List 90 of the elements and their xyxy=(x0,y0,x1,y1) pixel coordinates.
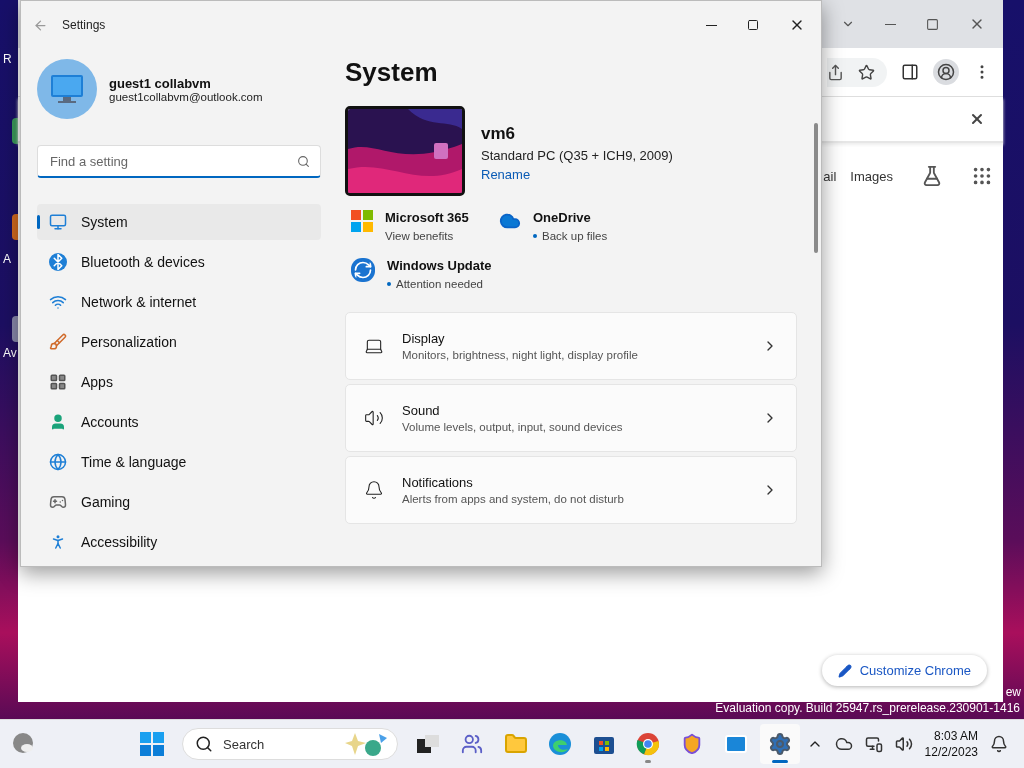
bookmark-star-icon[interactable] xyxy=(858,63,875,81)
search-icon xyxy=(195,735,213,754)
volume-icon[interactable] xyxy=(894,735,913,754)
network-icon[interactable] xyxy=(864,735,883,754)
bell-icon xyxy=(364,480,384,500)
gamepad-icon xyxy=(49,493,67,511)
profile-button[interactable] xyxy=(933,59,959,85)
chrome-logo-icon xyxy=(636,732,660,757)
settings-card[interactable]: Display Monitors, brightness, night light, display profile xyxy=(345,312,797,380)
tile-title: Microsoft 365 xyxy=(385,210,469,225)
close-icon[interactable] xyxy=(969,111,985,127)
nav-item[interactable]: Network & internet xyxy=(37,284,321,320)
settings-search-field[interactable]: Find a setting xyxy=(37,145,321,178)
windows-logo-icon xyxy=(351,210,373,232)
desktop-icon-label: R xyxy=(3,52,12,66)
settings-card[interactable]: Sound Volume levels, output, input, sound devices xyxy=(345,384,797,452)
account-avatar xyxy=(37,59,97,119)
nav-item[interactable]: Bluetooth & devices xyxy=(37,244,321,280)
settings-search-input[interactable]: Find a setting xyxy=(48,152,297,170)
clock-date: 12/2/2023 xyxy=(924,744,978,761)
watermark-text: ew xyxy=(1005,685,1021,700)
search-highlight-icon xyxy=(345,731,389,758)
quick-link[interactable]: Windows Update Attention needed xyxy=(345,258,493,290)
card-subtitle: Volume levels, output, input, sound devices xyxy=(402,421,624,433)
nav-item[interactable]: Time & language xyxy=(37,444,321,480)
globe-icon xyxy=(49,453,67,471)
shield-icon xyxy=(681,733,703,756)
page-heading: System xyxy=(345,57,439,88)
share-icon[interactable] xyxy=(827,63,844,81)
brush-icon xyxy=(49,333,67,351)
tile-title: Windows Update xyxy=(387,258,492,273)
gear-icon xyxy=(768,732,792,757)
nav-link[interactable]: ail xyxy=(823,168,837,184)
bluetooth-icon xyxy=(49,253,67,271)
profile-icon xyxy=(937,63,955,81)
minimize-icon xyxy=(706,24,717,26)
windows-logo-icon xyxy=(140,732,164,757)
nav-item[interactable]: Accounts xyxy=(37,404,321,440)
address-bar[interactable] xyxy=(827,57,887,87)
side-panel-icon[interactable] xyxy=(901,63,919,81)
clock[interactable]: 8:03 AM 12/2/2023 xyxy=(924,728,978,761)
tile-title: OneDrive xyxy=(533,210,592,225)
quick-link[interactable]: OneDrive Back up files xyxy=(493,210,663,242)
device-model: Standard PC (Q35 + ICH9, 2009) xyxy=(481,148,673,163)
rename-link[interactable]: Rename xyxy=(481,167,531,182)
card-title: Notifications xyxy=(402,475,474,490)
nav-item[interactable]: Personalization xyxy=(37,324,321,360)
task-view-icon xyxy=(417,735,439,754)
account-email: guest1collabvm@outlook.com xyxy=(109,90,263,103)
device-name: vm6 xyxy=(481,124,517,144)
account-name: guest1 collabvm xyxy=(109,75,212,91)
nav-link[interactable]: Images xyxy=(850,168,893,184)
tile-subtitle: Back up files xyxy=(542,230,608,242)
card-subtitle: Alerts from apps and system, do not disturb xyxy=(402,493,625,505)
nav-item[interactable]: Gaming xyxy=(37,484,321,520)
taskbar-app[interactable] xyxy=(760,724,800,765)
maximize-icon xyxy=(926,17,939,31)
customize-chrome-button[interactable]: Customize Chrome xyxy=(821,655,987,686)
nav-item[interactable]: Apps xyxy=(37,364,321,400)
speaker-icon xyxy=(364,408,384,428)
notification-bell-icon[interactable] xyxy=(990,735,1008,754)
people-icon xyxy=(461,733,483,756)
clock-time: 8:03 AM xyxy=(933,728,978,745)
back-icon[interactable] xyxy=(33,17,48,33)
maximize-icon xyxy=(747,19,759,31)
quick-link[interactable]: Microsoft 365 View benefits xyxy=(345,210,493,242)
desktop-icon-label: Av xyxy=(3,346,17,360)
tile-subtitle: Attention needed xyxy=(396,278,483,290)
taskbar-search-field[interactable]: Search xyxy=(182,728,398,761)
apps-grid-icon[interactable] xyxy=(971,165,993,187)
pencil-icon xyxy=(837,663,852,678)
person-icon xyxy=(49,413,67,431)
nav-item[interactable]: Accessibility xyxy=(37,524,321,560)
minimize-icon xyxy=(885,23,896,25)
window-title: Settings xyxy=(62,18,106,32)
apps-icon xyxy=(49,373,67,391)
search-icon xyxy=(297,154,310,168)
monitor-icon xyxy=(49,213,67,231)
desktop-icon-label: A xyxy=(3,252,11,266)
watermark-text: Evaluation copy. Build 25947.rs_prerelease.230901-1416 xyxy=(715,701,1020,716)
nav-item[interactable]: System xyxy=(37,204,321,240)
flask-icon[interactable] xyxy=(921,165,943,187)
settings-card[interactable]: Notifications Alerts from apps and system, do not disturb xyxy=(345,456,797,524)
card-title: Display xyxy=(402,331,446,346)
tile-subtitle: View benefits xyxy=(385,230,454,242)
card-title: Sound xyxy=(402,403,441,418)
refresh-icon xyxy=(351,258,375,282)
wifi-icon xyxy=(49,293,67,311)
edge-logo-icon xyxy=(548,732,572,757)
card-subtitle: Monitors, brightness, night light, display profile xyxy=(402,349,639,361)
